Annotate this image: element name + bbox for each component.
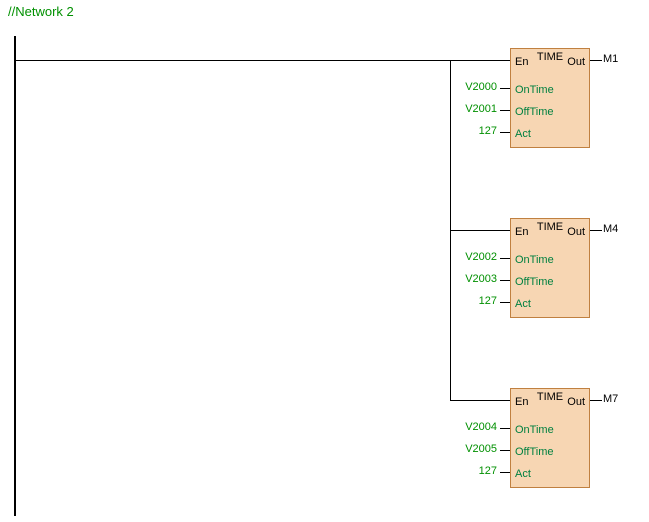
out-wire-2 [590, 230, 602, 231]
en-wire-2 [450, 230, 510, 231]
pin-en: En [515, 56, 528, 68]
out-label-3: M7 [603, 393, 618, 405]
stub [500, 110, 510, 111]
stub [500, 132, 510, 133]
pin-out: Out [567, 226, 585, 238]
pin-offtime: OffTime [515, 106, 554, 118]
stub [500, 472, 510, 473]
en-wire-3 [450, 400, 510, 401]
time-block-1: TIME En Out OnTime OffTime Act [510, 48, 590, 148]
pin-out: Out [567, 396, 585, 408]
pin-out: Out [567, 56, 585, 68]
stub [500, 428, 510, 429]
act-val-2: 127 [455, 295, 497, 307]
act-val-1: 127 [455, 125, 497, 137]
offtime-val-1: V2001 [455, 103, 497, 115]
out-label-2: M4 [603, 223, 618, 235]
ladder-canvas: //Network 2 TIME En Out OnTime OffTime A… [0, 0, 649, 522]
main-wire [16, 60, 450, 61]
offtime-val-3: V2005 [455, 443, 497, 455]
pin-act: Act [515, 468, 531, 480]
pin-offtime: OffTime [515, 446, 554, 458]
pin-en: En [515, 396, 528, 408]
out-wire-3 [590, 400, 602, 401]
ontime-val-1: V2000 [455, 81, 497, 93]
pin-ontime: OnTime [515, 254, 554, 266]
offtime-val-2: V2003 [455, 273, 497, 285]
pin-ontime: OnTime [515, 84, 554, 96]
time-block-3: TIME En Out OnTime OffTime Act [510, 388, 590, 488]
pin-en: En [515, 226, 528, 238]
left-power-rail [14, 36, 16, 516]
en-wire-1 [450, 60, 510, 61]
out-wire-1 [590, 60, 602, 61]
network-title: //Network 2 [8, 4, 74, 19]
act-val-3: 127 [455, 465, 497, 477]
pin-act: Act [515, 128, 531, 140]
pin-ontime: OnTime [515, 424, 554, 436]
stub [500, 88, 510, 89]
pin-act: Act [515, 298, 531, 310]
ontime-val-2: V2002 [455, 251, 497, 263]
out-label-1: M1 [603, 53, 618, 65]
ontime-val-3: V2004 [455, 421, 497, 433]
pin-offtime: OffTime [515, 276, 554, 288]
stub [500, 302, 510, 303]
stub [500, 280, 510, 281]
stub [500, 450, 510, 451]
stub [500, 258, 510, 259]
time-block-2: TIME En Out OnTime OffTime Act [510, 218, 590, 318]
